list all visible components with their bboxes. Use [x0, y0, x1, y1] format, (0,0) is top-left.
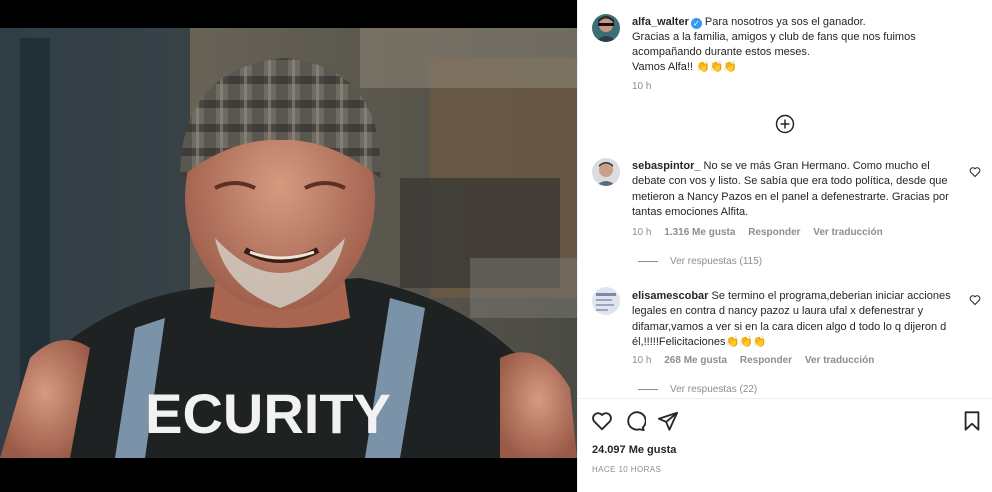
author-avatar-image [592, 14, 620, 42]
translate-button[interactable]: Ver traducción [813, 227, 882, 238]
heart-icon[interactable] [969, 294, 981, 306]
view-replies-label[interactable]: Ver respuestas (22) [670, 384, 757, 395]
comment-username[interactable]: sebaspintor_ [632, 160, 700, 172]
comment-item: elisamescobar Se termino el programa,deb… [632, 289, 962, 351]
heart-icon[interactable] [969, 166, 981, 178]
view-replies-button[interactable]: Ver respuestas (22) [638, 384, 757, 395]
commenter-avatar[interactable] [592, 287, 620, 315]
author-username[interactable]: alfa_walter [632, 16, 689, 28]
caption-text-3: acompañando durante estos meses. [632, 46, 810, 58]
comment-meta: 10 h 1.316 Me gusta Responder Ver traduc… [632, 227, 893, 238]
heart-icon[interactable] [591, 410, 613, 432]
caption-text-4: Vamos Alfa!! 👏👏👏 [632, 61, 738, 73]
caption-text-2: Gracias a la familia, amigos y club de f… [632, 31, 916, 43]
post-caption: alfa_walter ✓ Para nosotros ya sos el gana… [632, 15, 972, 75]
comment-time: 10 h [632, 227, 652, 238]
post-photo: ECURITY [0, 28, 577, 458]
comment-item: sebaspintor_ No se ve más Gran Hermano. … [632, 159, 962, 221]
comment-username[interactable]: elisamescobar [632, 290, 708, 302]
verified-badge-icon: ✓ [690, 18, 702, 29]
media-pane: ECURITY [0, 0, 577, 492]
replies-line [638, 389, 658, 390]
comment-meta: 10 h 268 Me gusta Responder Ver traducci… [632, 355, 884, 366]
comment-time: 10 h [632, 355, 652, 366]
caption-line-1: alfa_walter ✓ Para nosotros ya sos el gana… [632, 15, 972, 30]
view-replies-label[interactable]: Ver respuestas (115) [670, 256, 762, 267]
post-image[interactable]: ECURITY [0, 28, 577, 458]
post-viewer: ECURITY alfa_walter ✓ Para nosotros ya sos… [0, 0, 992, 492]
post-side-panel: alfa_walter ✓ Para nosotros ya sos el gana… [577, 0, 992, 492]
commenter-avatar-image [592, 158, 620, 186]
shirt-text: ECURITY [145, 382, 391, 445]
post-likes[interactable]: 24.097 Me gusta [592, 444, 676, 456]
commenter-avatar[interactable] [592, 158, 620, 186]
translate-button[interactable]: Ver traducción [805, 355, 874, 366]
caption-meta: 10 h [632, 81, 661, 92]
caption-text-1: Para nosotros ya sos el ganador. [704, 16, 866, 28]
replies-line [638, 261, 658, 262]
reply-button[interactable]: Responder [740, 355, 792, 366]
view-replies-button[interactable]: Ver respuestas (115) [638, 256, 762, 267]
comment-bubble-icon[interactable] [624, 410, 647, 432]
paper-plane-icon[interactable] [657, 410, 679, 432]
reply-button[interactable]: Responder [748, 227, 800, 238]
actions-divider [578, 398, 992, 399]
caption-time: 10 h [632, 81, 652, 92]
plus-circle-icon[interactable] [775, 114, 795, 134]
post-timestamp[interactable]: HACE 10 HORAS [592, 465, 661, 474]
comment-likes[interactable]: 268 Me gusta [664, 355, 727, 366]
commenter-avatar-image [592, 287, 620, 315]
author-avatar[interactable] [592, 14, 620, 42]
comment-likes[interactable]: 1.316 Me gusta [664, 227, 735, 238]
bookmark-icon[interactable] [961, 410, 983, 432]
